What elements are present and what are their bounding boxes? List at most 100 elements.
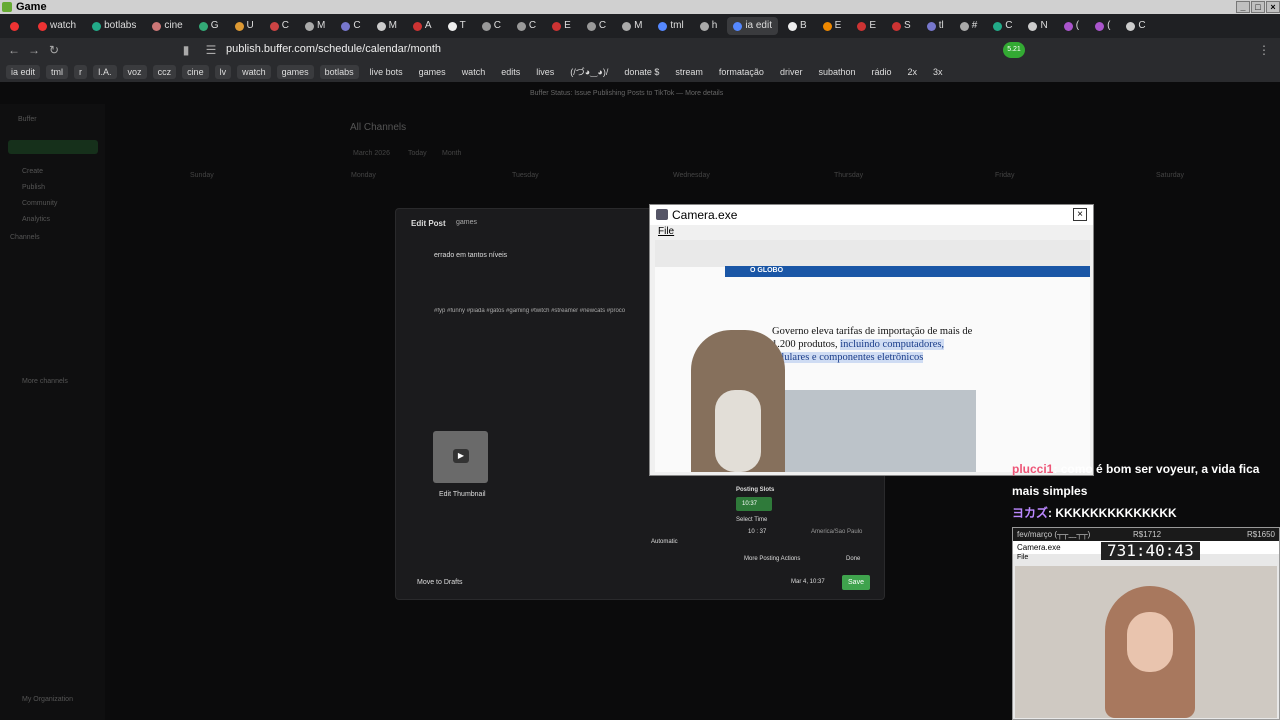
reload-icon[interactable]: ↻ xyxy=(44,43,64,57)
tab-1[interactable]: watch xyxy=(32,17,82,35)
status-banner[interactable]: Buffer Status: Issue Publishing Posts to… xyxy=(530,90,723,97)
tab-14[interactable]: E xyxy=(546,17,577,35)
post-title[interactable]: errado em tantos níveis xyxy=(434,252,507,259)
bookmark-7[interactable]: lv xyxy=(214,65,232,79)
nav-analytics[interactable]: Analytics xyxy=(22,216,50,223)
extension-badge[interactable]: 5.21 xyxy=(1003,42,1025,58)
bookmark-20[interactable]: driver xyxy=(775,65,808,79)
tab-4[interactable]: G xyxy=(193,17,225,35)
tab-18[interactable]: h xyxy=(694,17,724,35)
automatic-select[interactable]: Automatic xyxy=(651,539,678,545)
tab-7[interactable]: M xyxy=(299,17,331,35)
tab-24[interactable]: tl xyxy=(921,17,950,35)
tab-22[interactable]: E xyxy=(851,17,882,35)
more-channels-link[interactable]: More channels xyxy=(22,378,68,385)
bookmark-3[interactable]: I.A. xyxy=(93,65,117,79)
bookmark-label: ia edit xyxy=(11,67,36,77)
bookmark-24[interactable]: 3x xyxy=(928,65,948,79)
tab-6[interactable]: C xyxy=(264,17,295,35)
schedule-date-button[interactable]: Mar 4, 10:37 xyxy=(791,579,825,585)
tab-21[interactable]: E xyxy=(817,17,848,35)
bookmark-0[interactable]: ia edit xyxy=(6,65,41,79)
bookmark-15[interactable]: lives xyxy=(531,65,559,79)
bookmark-6[interactable]: cine xyxy=(182,65,209,79)
tab-8[interactable]: C xyxy=(335,17,366,35)
new-post-button[interactable] xyxy=(8,140,98,154)
bookmark-1[interactable]: tml xyxy=(46,65,69,79)
video-thumbnail[interactable]: ▶ xyxy=(433,431,488,483)
move-to-drafts-button[interactable]: Move to Drafts xyxy=(417,579,463,586)
tab-16[interactable]: M xyxy=(616,17,648,35)
tab-5[interactable]: U xyxy=(229,17,260,35)
bookmark-21[interactable]: subathon xyxy=(813,65,860,79)
bookmark-19[interactable]: formatação xyxy=(714,65,769,79)
bookmark-icon[interactable]: ▮ xyxy=(176,43,196,57)
url-field[interactable]: publish.buffer.com/schedule/calendar/mon… xyxy=(226,43,441,55)
site-info-icon[interactable]: ☰ xyxy=(201,43,221,57)
channel-chip[interactable]: games xyxy=(456,219,477,226)
bookmark-10[interactable]: botlabs xyxy=(319,65,359,79)
webcam-file-menu[interactable]: File xyxy=(1017,554,1028,561)
tab-28[interactable]: ( xyxy=(1058,17,1085,35)
tab-12[interactable]: C xyxy=(476,17,507,35)
post-hashtags[interactable]: #fyp #funny #piada #gatos #gaming #twitc… xyxy=(434,308,654,314)
bookmark-16[interactable]: (/づ◕‿◕)/ xyxy=(565,65,613,79)
bookmark-13[interactable]: watch xyxy=(457,65,491,79)
time-input[interactable]: 10 : 37 xyxy=(748,529,766,535)
done-button[interactable]: Done xyxy=(846,556,860,562)
bookmark-14[interactable]: edits xyxy=(496,65,525,79)
bookmark-12[interactable]: games xyxy=(414,65,451,79)
bookmark-2[interactable]: r xyxy=(74,65,88,79)
nav-community[interactable]: Community xyxy=(22,200,57,207)
bookmark-label: stream xyxy=(675,67,703,77)
bookmark-9[interactable]: games xyxy=(276,65,314,79)
select-time-label: Select Time xyxy=(736,517,768,523)
tab-25[interactable]: # xyxy=(954,17,984,35)
tab-26[interactable]: C xyxy=(987,17,1018,35)
chat-username: plucci1 xyxy=(1012,462,1054,476)
tab-17[interactable]: tml xyxy=(652,17,689,35)
tab-19[interactable]: ia edit xyxy=(727,17,778,35)
bookmark-23[interactable]: 2x xyxy=(903,65,923,79)
view-select[interactable]: Month xyxy=(442,150,461,157)
tab-10[interactable]: A xyxy=(407,17,438,35)
camera-file-menu[interactable]: File xyxy=(658,226,674,237)
bookmark-18[interactable]: stream xyxy=(670,65,708,79)
save-button[interactable]: Save xyxy=(842,575,870,590)
bookmark-5[interactable]: ccz xyxy=(152,65,177,79)
tab-20[interactable]: B xyxy=(782,17,813,35)
camera-close-button[interactable]: × xyxy=(1073,208,1087,221)
bookmark-22[interactable]: rádio xyxy=(867,65,897,79)
timezone-select[interactable]: America/Sao Paulo xyxy=(811,529,862,535)
more-posting-actions[interactable]: More Posting Actions xyxy=(744,556,800,562)
tab-23[interactable]: S xyxy=(886,17,917,35)
maximize-button[interactable]: □ xyxy=(1251,1,1265,13)
tab-label: U xyxy=(246,20,254,31)
bookmark-17[interactable]: donate $ xyxy=(619,65,664,79)
minimize-button[interactable]: _ xyxy=(1236,1,1250,13)
tab-15[interactable]: C xyxy=(581,17,612,35)
tab-29[interactable]: ( xyxy=(1089,17,1116,35)
bookmark-4[interactable]: voz xyxy=(122,65,147,79)
tab-11[interactable]: T xyxy=(442,17,472,35)
today-button[interactable]: Today xyxy=(408,150,427,157)
organization-label[interactable]: My Organization xyxy=(22,696,73,703)
menu-icon[interactable]: ⋮ xyxy=(1254,43,1274,57)
tab-9[interactable]: M xyxy=(371,17,403,35)
tab-label: tl xyxy=(938,20,944,31)
tab-13[interactable]: C xyxy=(511,17,542,35)
nav-create[interactable]: Create xyxy=(22,168,43,175)
slot-time-button[interactable]: 10:37 xyxy=(736,497,772,511)
close-button[interactable]: × xyxy=(1266,1,1280,13)
edit-thumbnail-button[interactable]: Edit Thumbnail xyxy=(439,491,486,498)
back-icon[interactable]: ← xyxy=(4,43,24,57)
tab-30[interactable]: C xyxy=(1120,17,1151,35)
tab-2[interactable]: botlabs xyxy=(86,17,142,35)
nav-publish[interactable]: Publish xyxy=(22,184,45,191)
bookmark-11[interactable]: live bots xyxy=(365,65,408,79)
tab-0[interactable] xyxy=(4,17,28,35)
bookmark-8[interactable]: watch xyxy=(237,65,271,79)
tab-3[interactable]: cine xyxy=(146,17,188,35)
forward-icon[interactable]: → xyxy=(24,43,44,57)
tab-27[interactable]: N xyxy=(1022,17,1053,35)
